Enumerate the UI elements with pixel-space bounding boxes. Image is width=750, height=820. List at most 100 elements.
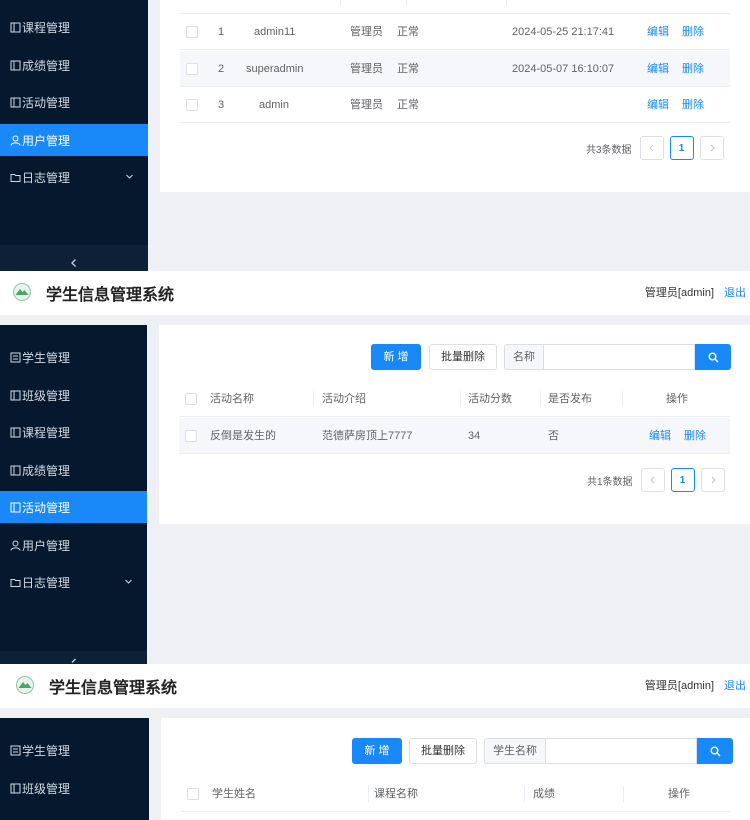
logout-link[interactable]: 退出 bbox=[724, 284, 746, 300]
row-checkbox[interactable] bbox=[186, 99, 198, 111]
column-divider bbox=[524, 786, 525, 802]
role-cell: 管理员 bbox=[350, 99, 383, 111]
app-header: 学生信息管理系统 管理员[admin] 退出 bbox=[0, 664, 750, 708]
current-user: 管理员[admin] bbox=[644, 680, 714, 692]
delete-link[interactable]: 删除 bbox=[682, 87, 704, 123]
select-all-checkbox[interactable] bbox=[185, 393, 197, 405]
edit-link[interactable]: 编辑 bbox=[649, 418, 671, 454]
table-row: 1 admin11 管理员 正常 2024-05-25 21:17:41 编辑 … bbox=[180, 14, 730, 50]
sidebar-item-users[interactable]: 用户管理 bbox=[0, 124, 148, 156]
list-icon bbox=[0, 745, 22, 756]
row-checkbox[interactable] bbox=[186, 63, 198, 75]
sidebar-item-logs[interactable]: 日志管理 bbox=[0, 566, 147, 598]
sidebar-collapse-button[interactable] bbox=[0, 245, 148, 271]
column-header-activity-name: 活动名称 bbox=[210, 393, 254, 405]
chevron-down-icon bbox=[124, 575, 133, 589]
search-button[interactable] bbox=[697, 738, 733, 764]
search-input[interactable] bbox=[543, 344, 695, 370]
row-index: 1 bbox=[218, 26, 225, 38]
sidebar-item-label: 班级管理 bbox=[22, 388, 71, 403]
sidebar-item-courses[interactable]: 课程管理 bbox=[0, 416, 147, 448]
sidebar-item-label: 用户管理 bbox=[22, 133, 71, 148]
column-header-actions: 操作 bbox=[666, 393, 688, 405]
delete-link[interactable]: 删除 bbox=[682, 14, 704, 50]
status-cell: 正常 bbox=[397, 99, 419, 111]
table-header-row bbox=[180, 0, 730, 14]
column-divider bbox=[460, 391, 461, 407]
sidebar: 学生管理 班级管理 bbox=[0, 718, 149, 820]
column-divider bbox=[313, 391, 314, 407]
prev-page-button[interactable] bbox=[639, 136, 664, 160]
user-icon bbox=[0, 540, 22, 551]
column-divider bbox=[340, 0, 341, 6]
search-label: 学生名称 bbox=[484, 738, 545, 764]
edit-link[interactable]: 编辑 bbox=[647, 14, 669, 50]
search-button[interactable] bbox=[695, 344, 731, 370]
sidebar-item-grades[interactable]: 成绩管理 bbox=[0, 454, 147, 486]
row-checkbox[interactable] bbox=[186, 26, 198, 38]
sidebar-item-students[interactable]: 学生管理 bbox=[0, 341, 147, 373]
page-number-button[interactable]: 1 bbox=[670, 468, 695, 492]
column-divider bbox=[623, 786, 624, 802]
next-page-button[interactable] bbox=[700, 468, 725, 492]
role-cell: 管理员 bbox=[350, 63, 383, 75]
search-icon bbox=[708, 352, 718, 362]
add-button[interactable]: 新 增 bbox=[352, 738, 402, 764]
add-button[interactable]: 新 增 bbox=[371, 344, 421, 370]
sidebar-item-activities[interactable]: 活动管理 bbox=[0, 491, 147, 523]
sidebar-item-logs[interactable]: 日志管理 bbox=[0, 161, 148, 193]
next-page-button[interactable] bbox=[699, 136, 724, 160]
sidebar: 学生管理 班级管理 课程管理 成绩管理 活动管理 用户管理 日志管理 bbox=[0, 325, 147, 669]
users-panel: 1 admin11 管理员 正常 2024-05-25 21:17:41 编辑 … bbox=[160, 0, 750, 192]
batch-delete-button[interactable]: 批量删除 bbox=[429, 344, 497, 370]
user-icon bbox=[0, 135, 22, 146]
sidebar-item-label: 班级管理 bbox=[22, 781, 71, 796]
logout-link[interactable]: 退出 bbox=[724, 677, 746, 693]
activity-name-cell: 反倒是发生的 bbox=[210, 430, 276, 442]
sidebar-item-users[interactable]: 用户管理 bbox=[0, 529, 147, 561]
edit-link[interactable]: 编辑 bbox=[647, 51, 669, 87]
sidebar-item-courses[interactable]: 课程管理 bbox=[0, 11, 148, 43]
sidebar-item-grades[interactable]: 成绩管理 bbox=[0, 49, 148, 81]
book-icon bbox=[0, 390, 22, 401]
activities-panel: 新 增 批量删除 名称 活动名称 活动介绍 活动分数 是否发布 操作 反倒是发生… bbox=[159, 325, 750, 524]
book-icon bbox=[0, 60, 22, 71]
pagination-total: 共3条数据 bbox=[586, 144, 632, 156]
select-all-checkbox[interactable] bbox=[187, 788, 199, 800]
column-header-actions: 操作 bbox=[668, 788, 690, 800]
sidebar-item-label: 成绩管理 bbox=[22, 58, 71, 73]
sidebar-item-classes[interactable]: 班级管理 bbox=[0, 772, 149, 804]
sidebar-item-students[interactable]: 学生管理 bbox=[0, 734, 149, 766]
chevron-left-icon bbox=[69, 257, 79, 271]
page-number-button[interactable]: 1 bbox=[669, 136, 694, 160]
table-row: 反倒是发生的 范德萨房顶上7777 34 否 编辑 删除 bbox=[179, 418, 730, 454]
sidebar-item-classes[interactable]: 班级管理 bbox=[0, 379, 147, 411]
sidebar-item-label: 活动管理 bbox=[22, 500, 71, 515]
sidebar-item-label: 用户管理 bbox=[22, 538, 71, 553]
activity-score-cell: 34 bbox=[468, 430, 481, 442]
column-header-student-name: 学生姓名 bbox=[212, 788, 256, 800]
chevron-left-icon bbox=[648, 144, 653, 152]
chevron-right-icon bbox=[710, 144, 715, 152]
app-header: 学生信息管理系统 管理员[admin] 退出 bbox=[0, 271, 750, 315]
table-row: 3 admin 管理员 正常 编辑 删除 bbox=[180, 87, 730, 123]
prev-page-button[interactable] bbox=[640, 468, 665, 492]
edit-link[interactable]: 编辑 bbox=[647, 87, 669, 123]
delete-link[interactable]: 删除 bbox=[682, 51, 704, 87]
delete-link[interactable]: 删除 bbox=[684, 418, 706, 454]
row-index: 3 bbox=[218, 99, 225, 111]
current-user: 管理员[admin] bbox=[644, 287, 714, 299]
grades-panel: 新 增 批量删除 学生名称 学生姓名 课程名称 成绩 操作 bbox=[161, 718, 750, 820]
screen-section-users: 课程管理 成绩管理 活动管理 用户管理 日志管理 1 admin11 管理员 正… bbox=[0, 0, 750, 271]
search-input[interactable] bbox=[545, 738, 697, 764]
row-checkbox[interactable] bbox=[185, 430, 197, 442]
sidebar-item-label: 日志管理 bbox=[22, 575, 71, 590]
sidebar-item-activities[interactable]: 活动管理 bbox=[0, 86, 148, 118]
book-icon bbox=[0, 97, 22, 108]
sidebar-item-label: 学生管理 bbox=[22, 743, 71, 758]
column-divider bbox=[622, 391, 623, 407]
chevron-right-icon bbox=[711, 476, 716, 484]
batch-delete-button[interactable]: 批量删除 bbox=[409, 738, 477, 764]
folder-icon bbox=[0, 577, 22, 588]
sidebar-item-label: 成绩管理 bbox=[22, 463, 71, 478]
